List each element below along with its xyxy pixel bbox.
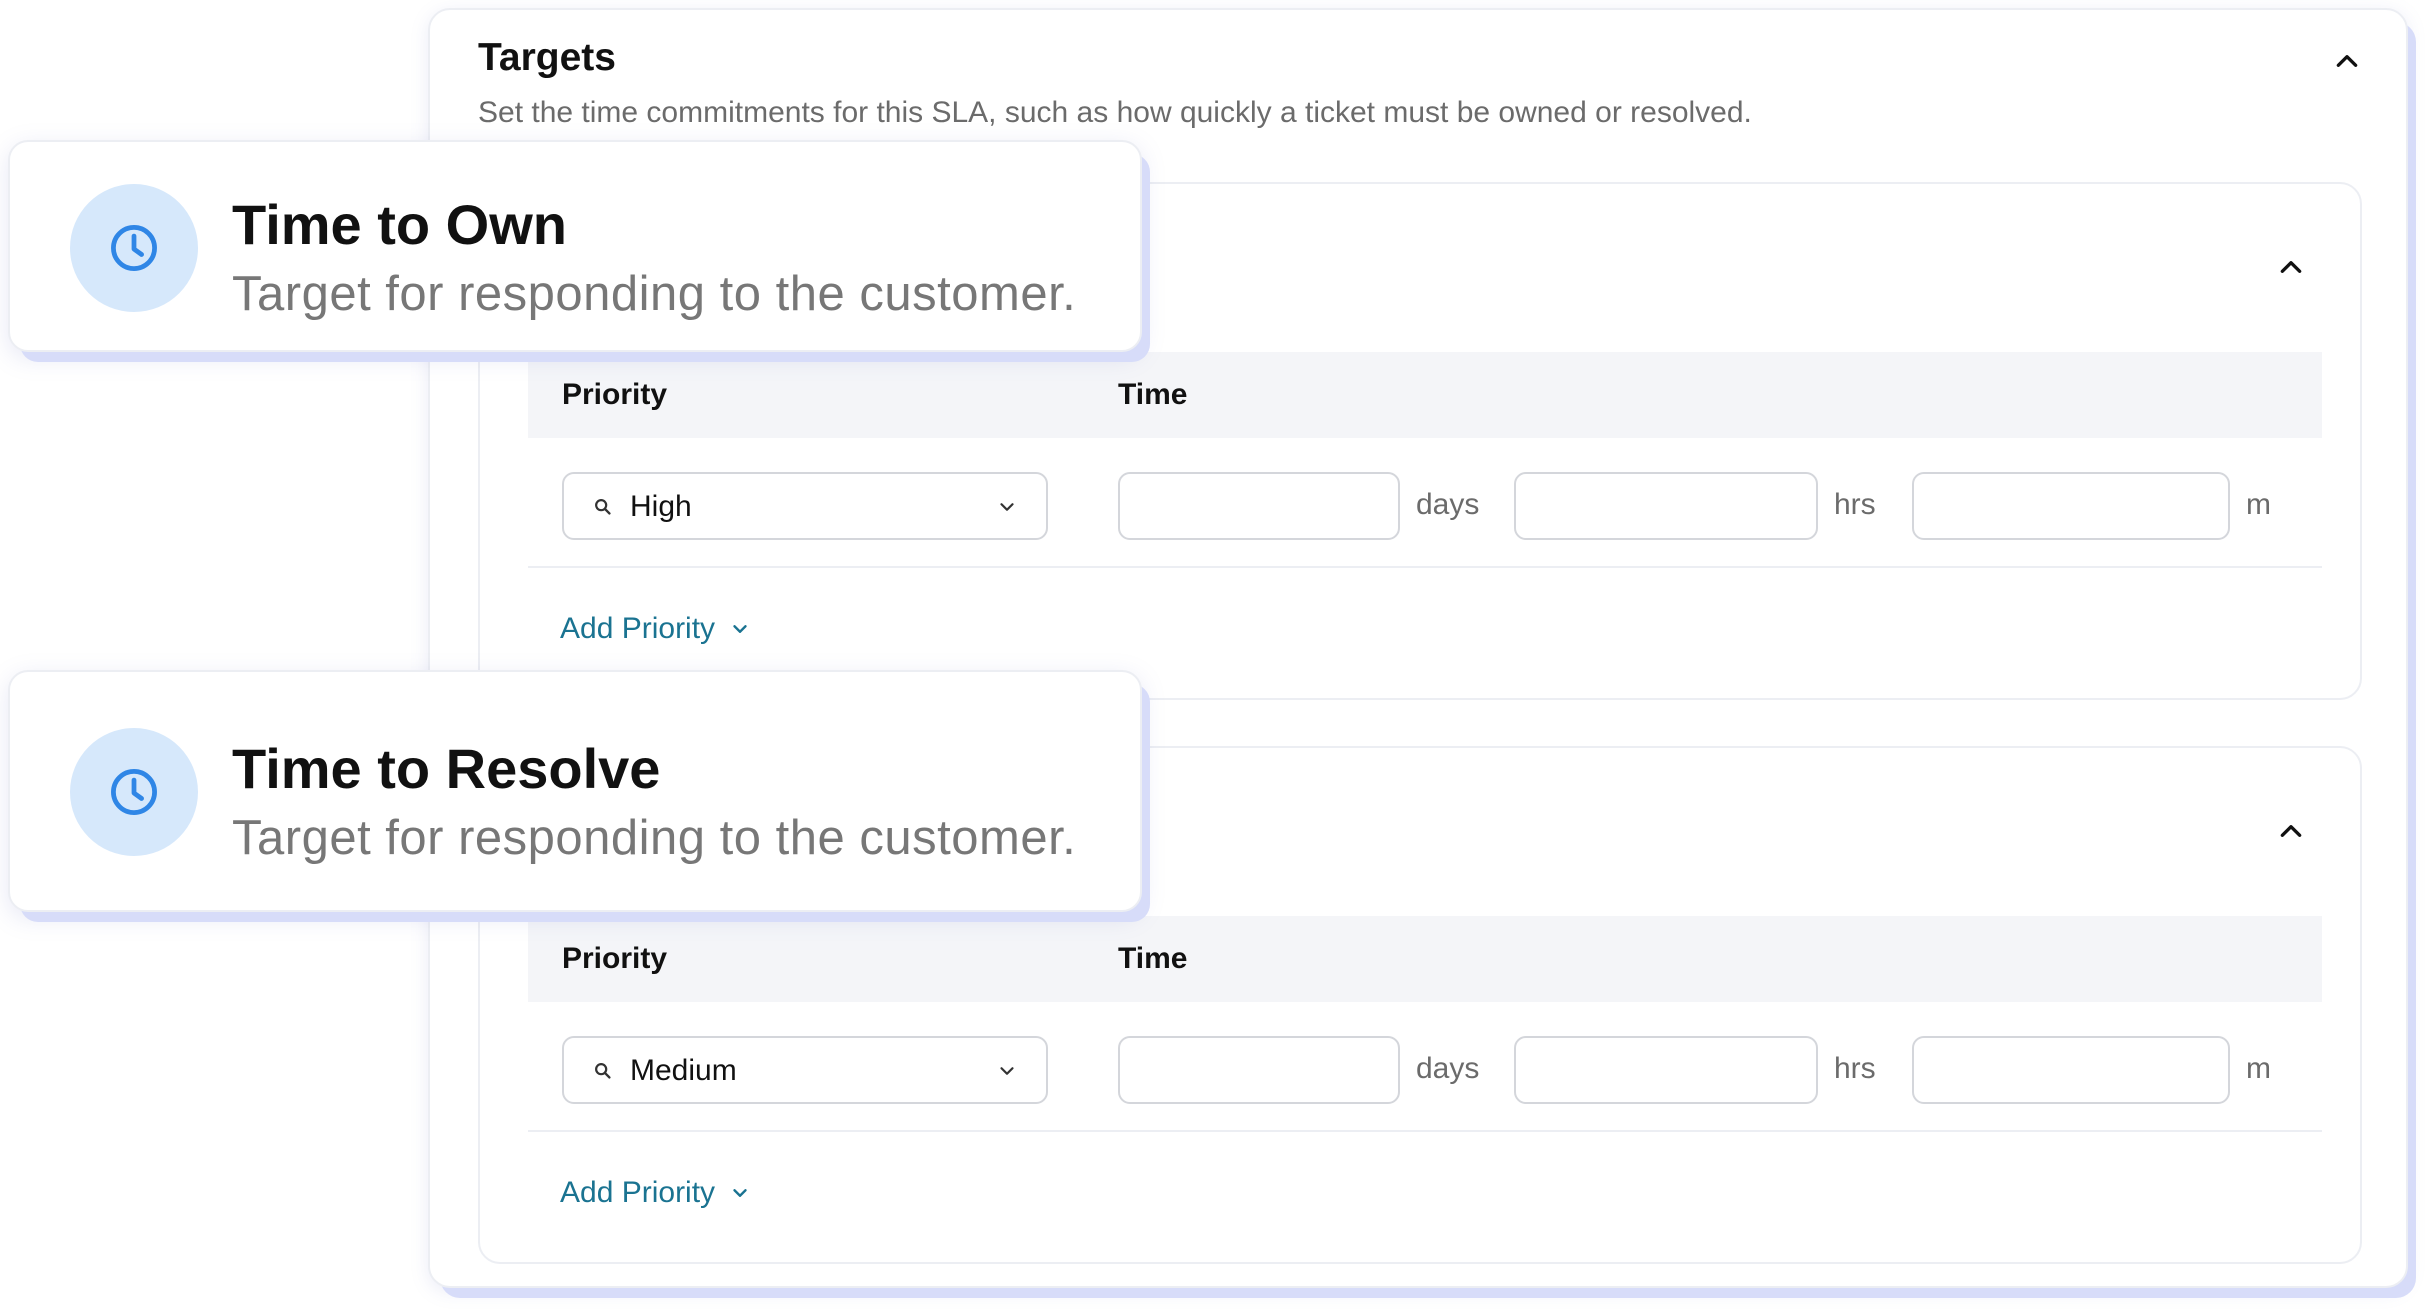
callout-time-to-own: Time to Own Target for responding to the… (8, 140, 1142, 352)
chevron-up-icon[interactable] (2278, 254, 2304, 280)
search-icon (592, 496, 614, 518)
callout-title: Time to Resolve (232, 737, 661, 800)
minutes-unit-label: m (2246, 1052, 2271, 1085)
chevron-down-icon (729, 618, 751, 640)
days-input[interactable] (1118, 1036, 1400, 1104)
priority-column-label: Priority (562, 942, 668, 975)
chevron-down-icon (996, 1060, 1018, 1082)
column-header: Priority Time (528, 916, 2322, 1002)
chevron-up-icon[interactable] (2278, 818, 2304, 844)
add-priority-button[interactable]: Add Priority (560, 612, 751, 646)
priority-row: Medium days hrs m (528, 1002, 2322, 1132)
column-header: Priority Time (528, 352, 2322, 438)
priority-select-value: Medium (630, 1054, 737, 1087)
minutes-input[interactable] (1912, 1036, 2230, 1104)
priority-select[interactable]: High (562, 472, 1048, 540)
search-icon (592, 1060, 614, 1082)
targets-description: Set the time commitments for this SLA, s… (478, 96, 1752, 129)
time-column-label: Time (1118, 378, 1188, 411)
hours-unit-label: hrs (1834, 1052, 1876, 1085)
priority-column-label: Priority (562, 378, 668, 411)
minutes-input[interactable] (1912, 472, 2230, 540)
time-column-label: Time (1118, 942, 1188, 975)
days-input[interactable] (1118, 472, 1400, 540)
hours-input[interactable] (1514, 472, 1818, 540)
chevron-down-icon (996, 496, 1018, 518)
minutes-unit-label: m (2246, 488, 2271, 521)
callout-title: Time to Own (232, 193, 567, 256)
callout-subtitle: Target for responding to the customer. (232, 267, 1077, 321)
add-priority-label: Add Priority (560, 1176, 716, 1209)
clock-badge (70, 728, 198, 856)
add-priority-label: Add Priority (560, 612, 716, 645)
priority-select-value: High (630, 490, 692, 523)
chevron-up-icon[interactable] (2334, 48, 2360, 74)
chevron-down-icon (729, 1182, 751, 1204)
priority-row: High days hrs m (528, 438, 2322, 568)
clock-icon (111, 225, 157, 271)
hours-unit-label: hrs (1834, 488, 1876, 521)
days-unit-label: days (1416, 1052, 1480, 1085)
clock-icon (111, 769, 157, 815)
targets-title: Targets (478, 36, 616, 79)
priority-select[interactable]: Medium (562, 1036, 1048, 1104)
hours-input[interactable] (1514, 1036, 1818, 1104)
callout-subtitle: Target for responding to the customer. (232, 811, 1077, 865)
clock-badge (70, 184, 198, 312)
stage: Targets Set the time commitments for thi… (0, 0, 2432, 1312)
add-priority-button[interactable]: Add Priority (560, 1176, 751, 1210)
callout-time-to-resolve: Time to Resolve Target for responding to… (8, 670, 1142, 912)
days-unit-label: days (1416, 488, 1480, 521)
